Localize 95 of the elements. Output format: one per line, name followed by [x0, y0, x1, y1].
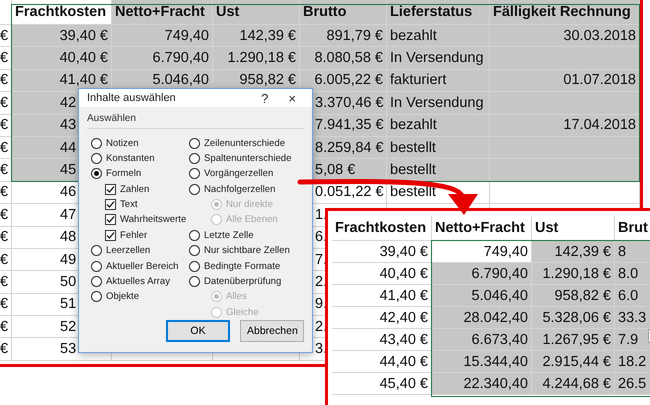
- column-header: Lieferstatus: [387, 0, 490, 25]
- option-label: Bedingte Formate: [204, 260, 280, 272]
- checkbox[interactable]: [105, 199, 116, 210]
- table-cell: 1.267,95 €: [532, 329, 615, 351]
- column-header: Fälligkeit Rechnung: [490, 0, 640, 25]
- table-cell: €: [0, 226, 12, 249]
- option-label: Nur sichtbare Zellen: [204, 245, 290, 256]
- table-cell: 5.046,40: [432, 285, 532, 307]
- option-label: Alles: [226, 291, 247, 302]
- table-cell: €: [0, 316, 12, 338]
- option-label: Alle Ebenen: [226, 214, 278, 226]
- table-cell: 17.04.2018: [490, 114, 640, 137]
- column-header: Netto+Fracht: [112, 0, 213, 25]
- table-cell: 958,82 €: [532, 285, 615, 307]
- table-cell: 5.328,06 €: [532, 307, 615, 329]
- table-cell: 6.005,22 €: [300, 70, 387, 92]
- table-cell: bestellt: [387, 159, 490, 182]
- column-header: Ust: [213, 0, 300, 25]
- radio-button[interactable]: [189, 230, 200, 241]
- table-cell: 7.9: [615, 329, 650, 351]
- radio-button[interactable]: [91, 152, 102, 164]
- table-cell: 01.07.2018: [490, 70, 640, 92]
- option-label: Spaltenunterschiede: [204, 152, 292, 164]
- table-cell: 40,40 €: [12, 47, 112, 70]
- option-label: Wahrheitswerte: [120, 214, 186, 226]
- table-cell: 8.080,58 €: [300, 47, 387, 70]
- table-cell: 891,79 €: [300, 25, 387, 48]
- table-cell: 749,40: [112, 25, 213, 48]
- column-header: Brutto: [300, 0, 387, 25]
- column-header: Frachtkosten: [332, 216, 432, 241]
- option-label: Zeilenunterschiede: [204, 138, 286, 148]
- table-cell: 749,40: [432, 241, 532, 263]
- table-cell: 33.3: [615, 307, 650, 329]
- cancel-button[interactable]: Abbrechen: [240, 320, 304, 342]
- radio-button[interactable]: [91, 291, 102, 302]
- table-cell: 30.03.2018: [490, 25, 640, 48]
- table-cell: 6.673,40: [432, 329, 532, 351]
- table-cell: 1.290,18 €: [213, 47, 300, 70]
- checkbox[interactable]: [105, 184, 116, 195]
- option-label: Datenüberprüfung: [204, 276, 282, 288]
- table-cell: €: [0, 338, 12, 361]
- table-cell: 26.5: [615, 373, 650, 395]
- table-cell: 1.290,18 €: [532, 263, 615, 285]
- table-cell: €: [0, 271, 12, 294]
- radio-button[interactable]: [189, 152, 200, 164]
- option-label: Text: [120, 199, 138, 210]
- radio-button[interactable]: [189, 245, 200, 256]
- table-cell: 39,40 €: [12, 25, 112, 48]
- radio-button[interactable]: [189, 168, 200, 180]
- table-cell: 2.915,44 €: [532, 351, 615, 373]
- checkbox[interactable]: [105, 230, 116, 241]
- radio-button[interactable]: [189, 138, 200, 148]
- option-label: Vorgängerzellen: [204, 168, 274, 180]
- checkbox[interactable]: [105, 214, 116, 226]
- table-cell: bezahlt: [387, 114, 490, 137]
- column-header: Frachtkosten: [12, 0, 112, 25]
- radio-button[interactable]: [91, 245, 102, 256]
- table-cell: €: [0, 294, 12, 316]
- option-label: Letzte Zelle: [204, 230, 254, 241]
- table-cell: 6.790,40: [112, 47, 213, 70]
- table-cell: 6.790,40: [432, 263, 532, 285]
- option-label: Nur direkte: [226, 199, 273, 210]
- radio-button[interactable]: [91, 260, 102, 272]
- table-cell: 4.244,68 €: [532, 373, 615, 395]
- close-button[interactable]: ×: [282, 90, 302, 106]
- radio-button[interactable]: [189, 260, 200, 272]
- table-cell: 142,39 €: [213, 25, 300, 48]
- table-cell: bezahlt: [387, 25, 490, 48]
- radio-button[interactable]: [189, 276, 200, 288]
- table-cell: €: [0, 248, 12, 272]
- option-label: Gleiche: [226, 306, 259, 318]
- table-cell: In Versendung: [387, 92, 490, 115]
- option-label: Fehler: [120, 230, 148, 241]
- radio-button[interactable]: [189, 184, 200, 195]
- table-cell: €: [0, 204, 12, 227]
- option-label: Nachfolgerzellen: [204, 184, 276, 195]
- table-cell: In Versendung: [387, 47, 490, 70]
- radio-button[interactable]: [91, 276, 102, 288]
- row-header-cell: [0, 0, 12, 25]
- table-cell: fakturiert: [387, 70, 490, 92]
- ok-button[interactable]: OK: [166, 320, 230, 342]
- table-cell: 8: [615, 241, 650, 263]
- table-cell: 6.0: [615, 285, 650, 307]
- table-cell: 8.0: [615, 263, 650, 285]
- table-cell: 28.042,40: [432, 307, 532, 329]
- radio-button[interactable]: [91, 168, 102, 180]
- table-cell: bestellt: [387, 136, 490, 160]
- table-cell: 15.344,40: [432, 351, 532, 373]
- help-button[interactable]: ?: [255, 90, 274, 106]
- table-cell: 22.340,40: [432, 373, 532, 395]
- table-cell: 142,39 €: [532, 241, 615, 263]
- table-cell: €: [0, 182, 12, 204]
- radio-button[interactable]: [91, 138, 102, 148]
- table-cell: 18.2: [615, 351, 650, 373]
- option-label: Zahlen: [120, 184, 150, 195]
